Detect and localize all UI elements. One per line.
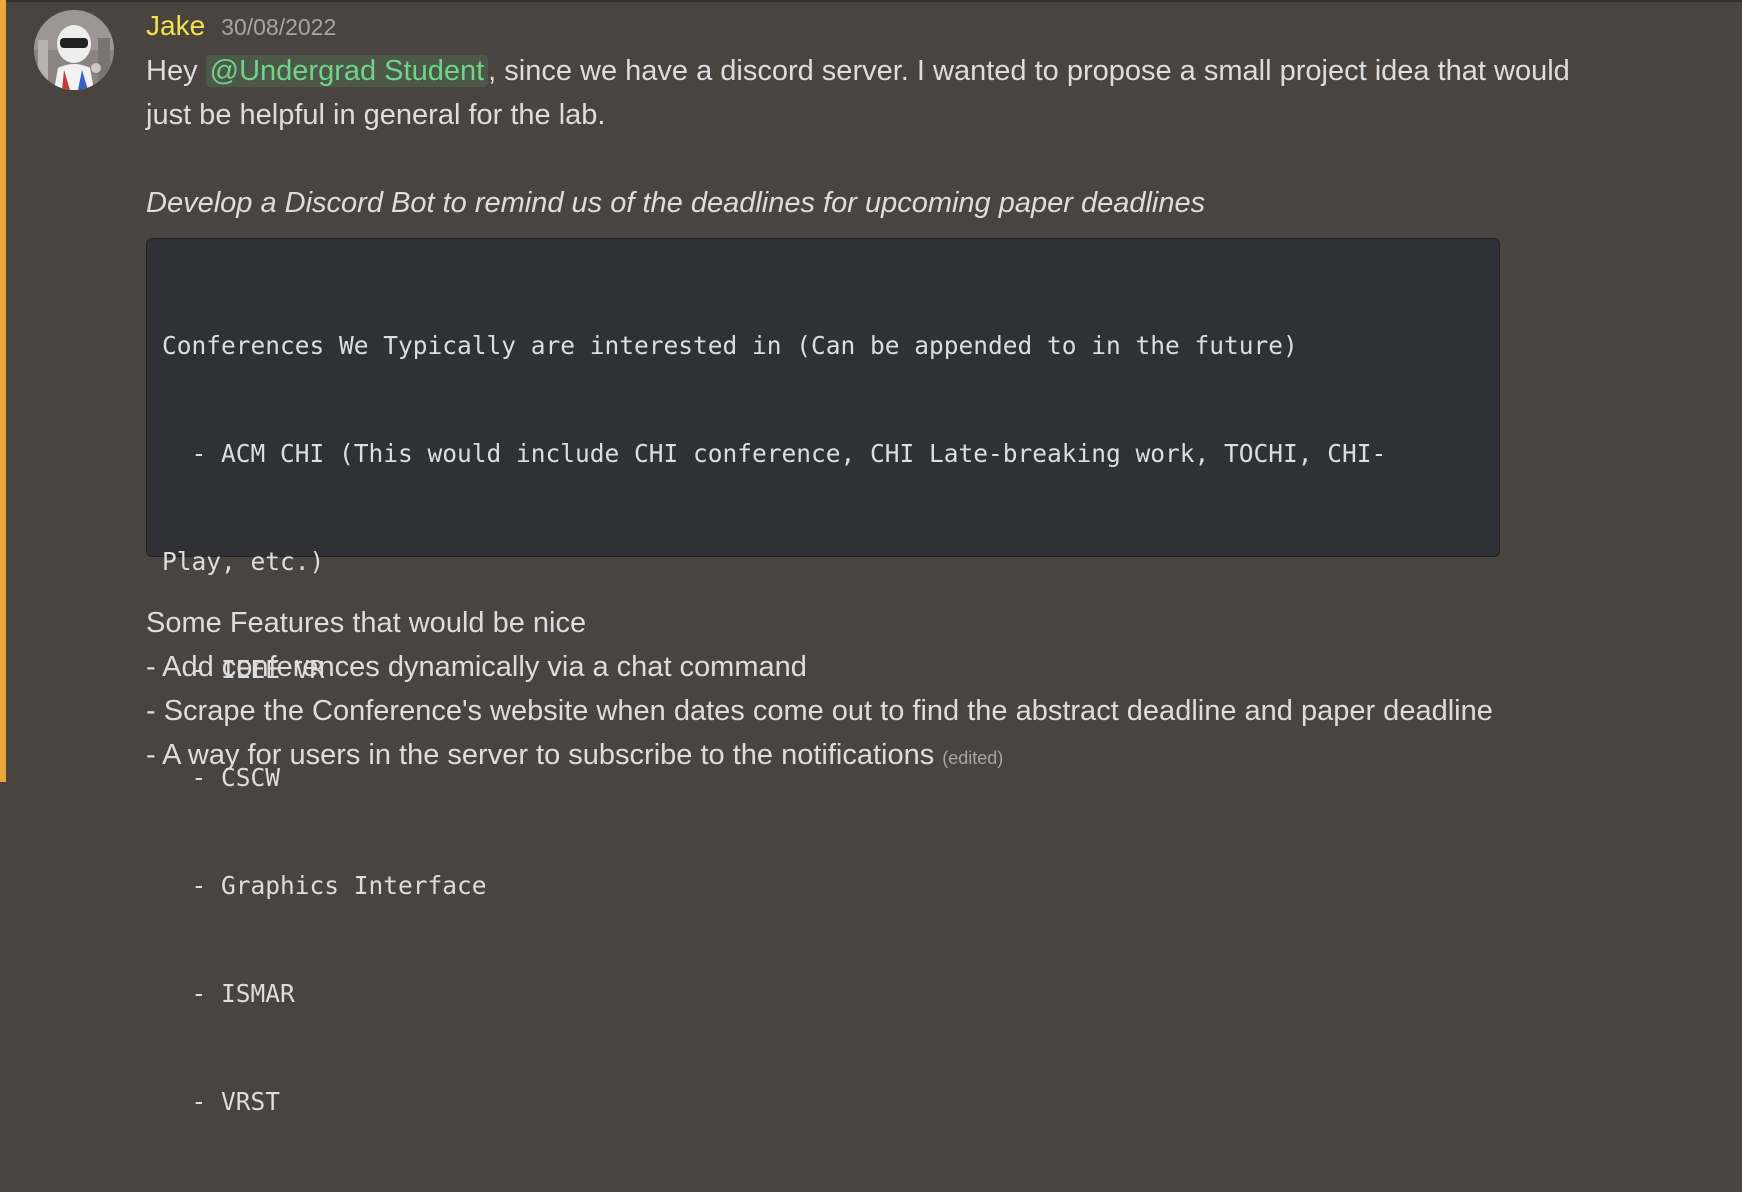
message-line-1: Hey @Undergrad Student, since we have a …	[146, 49, 1570, 93]
edited-label: (edited)	[942, 748, 1004, 768]
feature-item: - Add conferences dynamically via a chat…	[146, 651, 807, 683]
code-line: Play, etc.)	[162, 547, 325, 576]
project-title: Develop a Discord Bot to remind us of th…	[146, 187, 1206, 219]
feature-item: - A way for users in the server to subsc…	[146, 733, 1003, 780]
message-line-2: just be helpful in general for the lab.	[146, 99, 606, 131]
avatar-image	[34, 10, 114, 90]
greeting-text: Hey	[146, 55, 206, 87]
avatar-icon[interactable]	[34, 10, 114, 90]
timestamp: 30/08/2022	[221, 14, 337, 40]
message-text: , since we have a discord server. I want…	[488, 55, 1570, 87]
chat-message: Jake 30/08/2022 Hey @Undergrad Student, …	[0, 0, 1742, 1116]
user-mention[interactable]: @Undergrad Student	[205, 55, 489, 87]
code-line: - Graphics Interface	[162, 871, 487, 900]
code-line: - ACM CHI (This would include CHI confer…	[162, 439, 1387, 468]
code-line: Conferences We Typically are interested …	[162, 331, 1298, 360]
username[interactable]: Jake	[146, 10, 205, 42]
features-heading: Some Features that would be nice	[146, 607, 587, 639]
mention-highlight-bar	[0, 0, 6, 782]
code-block: Conferences We Typically are interested …	[146, 238, 1500, 1116]
divider	[0, 0, 1742, 2]
feature-text: - A way for users in the server to subsc…	[146, 739, 935, 771]
message-header: Jake 30/08/2022	[146, 10, 336, 46]
code-line: - VRST	[162, 1087, 281, 1116]
code-line: - ISMAR	[162, 979, 295, 1008]
feature-item: - Scrape the Conference's website when d…	[146, 695, 1493, 727]
